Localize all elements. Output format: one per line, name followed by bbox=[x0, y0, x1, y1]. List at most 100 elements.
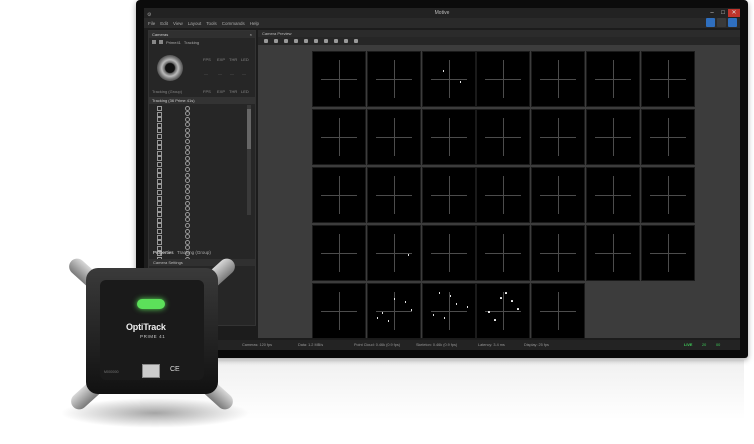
crosshair bbox=[448, 234, 450, 272]
live-value-1: 20 bbox=[702, 343, 707, 347]
filter-icon[interactable] bbox=[294, 39, 298, 43]
list-icon[interactable] bbox=[152, 40, 156, 44]
eye-icon[interactable] bbox=[344, 39, 348, 43]
camera-view-cell[interactable] bbox=[586, 109, 640, 165]
marker-dot bbox=[432, 314, 435, 316]
foot-led: LED bbox=[241, 89, 249, 94]
camera-view-icon[interactable] bbox=[304, 39, 308, 43]
crosshair bbox=[503, 292, 505, 330]
val-led[interactable]: — bbox=[242, 71, 246, 76]
camera-view-cell[interactable] bbox=[421, 225, 476, 281]
val-thr[interactable]: — bbox=[230, 71, 234, 76]
camera-icon[interactable] bbox=[159, 40, 163, 44]
crosshair bbox=[667, 234, 669, 272]
brand-logo: OptiTrack bbox=[126, 322, 166, 332]
crosshair bbox=[503, 118, 505, 156]
grid-icon[interactable] bbox=[324, 39, 328, 43]
marker-dot bbox=[511, 300, 513, 302]
camera-view-cell[interactable] bbox=[476, 109, 531, 165]
marker-dot bbox=[438, 292, 441, 294]
crosshair bbox=[339, 234, 340, 272]
val-exp[interactable]: — bbox=[218, 71, 222, 76]
camera-view-cell[interactable] bbox=[531, 225, 586, 281]
status-display: Display: 25 fps bbox=[524, 343, 549, 347]
brush-icon[interactable] bbox=[334, 39, 338, 43]
viewport-toolbar bbox=[258, 37, 740, 45]
layout-toggle-1[interactable] bbox=[706, 18, 715, 27]
crosshair bbox=[613, 118, 614, 156]
close-icon[interactable]: × bbox=[250, 31, 252, 38]
menu-tools[interactable]: Tools bbox=[206, 21, 217, 26]
camera-view-cell[interactable] bbox=[586, 51, 640, 107]
title-bar: ⚙ Motive – □ ✕ bbox=[144, 8, 740, 18]
cameras-toolbar: Prime41 Tracking bbox=[149, 38, 255, 46]
menu-edit[interactable]: Edit bbox=[160, 21, 168, 26]
camera-view-cell[interactable] bbox=[366, 51, 421, 107]
camera-view-cell[interactable] bbox=[312, 225, 366, 281]
crosshair bbox=[613, 176, 614, 214]
zoom-fit-icon[interactable] bbox=[264, 39, 268, 43]
live-indicator[interactable]: LIVE bbox=[684, 340, 692, 350]
camera-view-cell[interactable] bbox=[421, 283, 476, 339]
camera-view-cell[interactable] bbox=[476, 167, 531, 223]
crosshair bbox=[448, 176, 450, 214]
zoom-out-icon[interactable] bbox=[284, 39, 288, 43]
crosshair bbox=[667, 176, 669, 214]
camera-view-cell[interactable] bbox=[640, 167, 695, 223]
camera-view-cell[interactable] bbox=[531, 283, 586, 339]
camera-view-cell[interactable] bbox=[366, 225, 421, 281]
camera-view-cell[interactable] bbox=[531, 167, 586, 223]
camera-view-cell[interactable] bbox=[586, 167, 640, 223]
camera-list-scrollbar[interactable] bbox=[247, 105, 251, 215]
camera-view-cell[interactable] bbox=[531, 109, 586, 165]
camera-type-filter[interactable]: Prime41 bbox=[166, 40, 181, 45]
menu-commands[interactable]: Commands bbox=[222, 21, 245, 26]
camera-view-cell[interactable] bbox=[421, 51, 476, 107]
camera-view-cell[interactable] bbox=[640, 109, 695, 165]
camera-view-cell[interactable] bbox=[366, 167, 421, 223]
crosshair bbox=[448, 292, 450, 330]
menu-view[interactable]: View bbox=[173, 21, 183, 26]
marker-dot bbox=[387, 320, 390, 322]
camera-view-cell[interactable] bbox=[312, 51, 366, 107]
status-skeleton: Skeleton: 0.46k (0.9 fps) bbox=[416, 343, 458, 347]
crosshair bbox=[558, 292, 560, 330]
marker-dot bbox=[459, 81, 462, 83]
layout-toggle-3[interactable] bbox=[728, 18, 737, 27]
camera-view-cell[interactable] bbox=[366, 283, 421, 339]
video-mode-icon[interactable] bbox=[314, 39, 318, 43]
val-fps[interactable]: — bbox=[204, 71, 208, 76]
scrollbar-thumb[interactable] bbox=[247, 109, 251, 149]
camera-view-cell[interactable] bbox=[476, 51, 531, 107]
camera-view-cell[interactable] bbox=[640, 225, 695, 281]
menu-layout[interactable]: Layout bbox=[188, 21, 202, 26]
marker-dot bbox=[410, 309, 413, 311]
crosshair bbox=[558, 60, 560, 98]
camera-view-cell[interactable] bbox=[586, 225, 640, 281]
camera-preview-header: Camera Preview bbox=[258, 30, 740, 37]
camera-view-cell[interactable] bbox=[476, 225, 531, 281]
camera-view-cell[interactable] bbox=[312, 167, 366, 223]
camera-view-cell[interactable] bbox=[476, 283, 531, 339]
layout-toggle-2[interactable] bbox=[717, 18, 726, 27]
camera-view-cell[interactable] bbox=[312, 283, 366, 339]
camera-mode-filter[interactable]: Tracking bbox=[184, 40, 199, 45]
camera-view-cell[interactable] bbox=[421, 167, 476, 223]
close-button[interactable]: ✕ bbox=[728, 9, 740, 17]
live-value-2: 00 bbox=[716, 343, 721, 347]
info-icon[interactable] bbox=[354, 39, 358, 43]
camera-view-cell[interactable] bbox=[366, 109, 421, 165]
camera-tree-header[interactable]: Tracking (36 Prime 41s) bbox=[149, 97, 255, 104]
menu-help[interactable]: Help bbox=[250, 21, 259, 26]
camera-preview-viewport[interactable] bbox=[258, 45, 740, 339]
crosshair bbox=[558, 176, 560, 214]
zoom-in-icon[interactable] bbox=[274, 39, 278, 43]
camera-view-cell[interactable] bbox=[640, 51, 695, 107]
camera-view-cell[interactable] bbox=[531, 51, 586, 107]
camera-view-cell[interactable] bbox=[421, 109, 476, 165]
ethernet-port-icon bbox=[142, 364, 160, 378]
marker-dot bbox=[505, 292, 507, 294]
crosshair bbox=[503, 60, 505, 98]
camera-view-cell[interactable] bbox=[312, 109, 366, 165]
menu-file[interactable]: File bbox=[148, 21, 155, 26]
